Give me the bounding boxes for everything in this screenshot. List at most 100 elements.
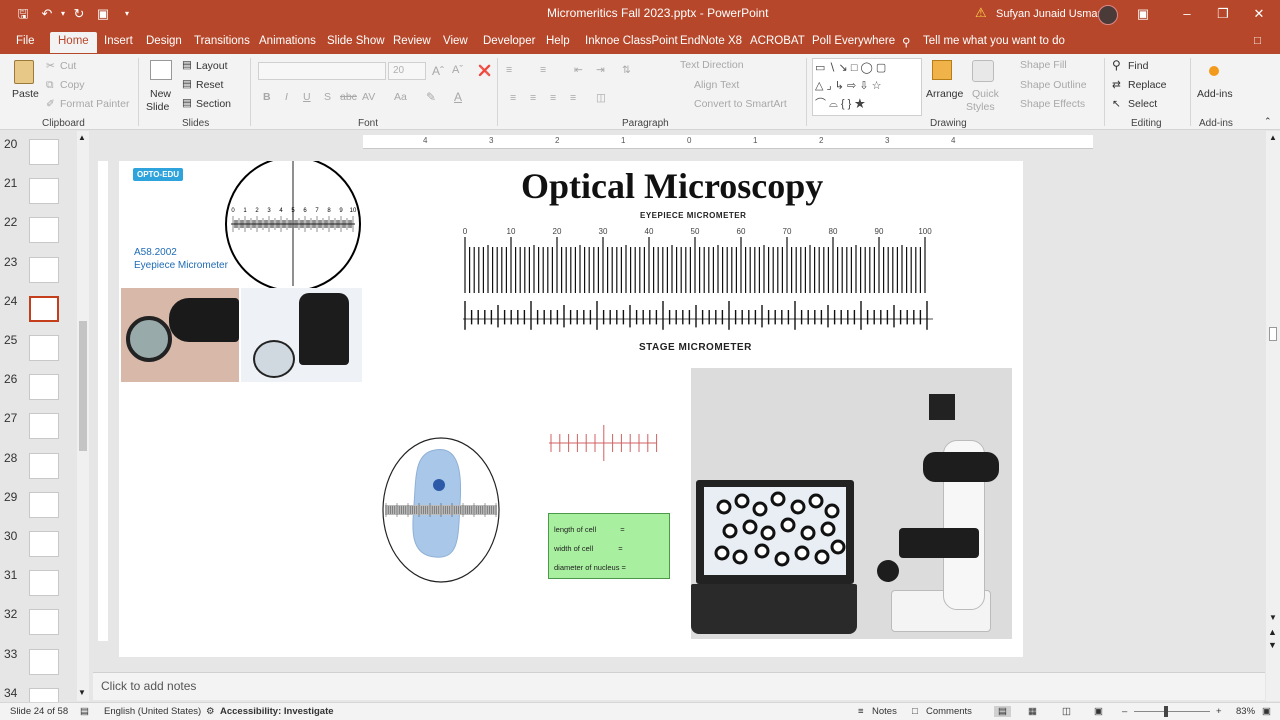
scroll-up-icon[interactable]: ▲ (78, 133, 86, 142)
slide-thumbnail[interactable] (29, 335, 59, 361)
clear-formatting-icon[interactable]: ❌ (478, 64, 491, 77)
brace-shape-icon[interactable]: { (841, 98, 845, 110)
avatar[interactable] (1098, 5, 1118, 25)
language-status[interactable]: English (United States) (104, 706, 201, 717)
change-case-button[interactable]: Aa (394, 91, 407, 103)
slide-thumbnail[interactable] (29, 531, 59, 557)
save-icon[interactable]: 🖫 (14, 5, 32, 23)
grow-font-icon[interactable]: Aˆ (432, 64, 444, 78)
oval-shape-icon[interactable]: ◯ (861, 62, 873, 74)
zoom-level[interactable]: 83% (1236, 706, 1255, 717)
curve-shape-icon[interactable]: ⌒ (815, 98, 826, 110)
present-icon[interactable]: ▣ (94, 5, 112, 23)
slideshow-view-icon[interactable]: ▣ (1094, 706, 1103, 717)
collapse-ribbon-icon[interactable]: ⌃ (1264, 116, 1272, 127)
format-painter-button[interactable]: Format Painter (60, 98, 129, 110)
new-slide-icon[interactable] (150, 60, 172, 80)
tell-me-search[interactable]: Tell me what you want to do (923, 35, 1065, 47)
reading-view-icon[interactable]: ◫ (1062, 706, 1071, 717)
comments-status-icon[interactable]: □ (912, 706, 918, 717)
accessibility-status[interactable]: Accessibility: Investigate (220, 706, 334, 717)
ribbon-display-icon[interactable]: ▣ (1134, 5, 1152, 23)
thumbnails-scrollbar[interactable]: ▲ ▼ (77, 131, 89, 701)
next-slide-icon[interactable]: ▼ (1268, 640, 1277, 650)
slide-thumbnail[interactable] (29, 609, 59, 636)
tab-home[interactable]: Home (50, 32, 97, 53)
slide-thumbnail[interactable] (29, 648, 59, 675)
convert-smartart-button[interactable]: Convert to SmartArt (694, 98, 787, 110)
spellcheck-icon[interactable]: ▤ (80, 706, 89, 717)
connector-shape-icon[interactable]: ↳ (835, 80, 844, 92)
font-size-combo[interactable]: 20 (388, 62, 426, 80)
notes-button[interactable]: Notes (872, 706, 897, 717)
increase-indent-icon[interactable]: ⇥ (596, 64, 605, 76)
zoom-out-icon[interactable]: – (1122, 706, 1127, 717)
line-shape-icon[interactable]: ∖ (828, 62, 835, 74)
numbering-icon[interactable]: ≡ (540, 64, 546, 76)
shape-effects-button[interactable]: Shape Effects (1020, 98, 1085, 110)
replace-button[interactable]: Replace (1128, 79, 1167, 91)
tab-view[interactable]: View (443, 35, 468, 47)
quick-styles-label-2[interactable]: Styles (966, 101, 995, 113)
justify-icon[interactable]: ≡ (570, 92, 576, 104)
layout-button[interactable]: Layout (196, 60, 228, 72)
minimize-icon[interactable]: – (1178, 5, 1196, 23)
scroll-down-icon[interactable]: ▼ (78, 688, 86, 697)
slide-thumbnail[interactable] (29, 139, 59, 165)
tab-help[interactable]: Help (546, 35, 570, 47)
tab-endnote[interactable]: EndNote X8 (680, 35, 742, 47)
columns-icon[interactable]: ◫ (596, 92, 606, 104)
scroll-down-icon[interactable]: ▼ (1269, 613, 1277, 622)
connector-shape-icon[interactable]: ⌟ (827, 80, 832, 92)
char-spacing-button[interactable]: AV (362, 91, 375, 103)
section-button[interactable]: Section (196, 98, 231, 110)
shape-fill-button[interactable]: Shape Fill (1020, 59, 1067, 71)
notes-icon[interactable]: ≡ (858, 706, 864, 717)
slide-thumbnail[interactable] (29, 295, 59, 322)
fit-slide-icon[interactable]: ▣ (1262, 706, 1271, 717)
tab-poll-everywhere[interactable]: Poll Everywhere (812, 35, 895, 47)
copy-button[interactable]: Copy (60, 79, 85, 91)
line-spacing-icon[interactable]: ⇅ (622, 64, 631, 76)
slide-thumbnail[interactable] (29, 413, 59, 440)
tab-design[interactable]: Design (146, 35, 182, 47)
notes-pane[interactable]: Click to add notes (93, 672, 1265, 700)
tab-animations[interactable]: Animations (259, 35, 316, 47)
shape-outline-button[interactable]: Shape Outline (1020, 79, 1087, 91)
rectangle-shape-icon[interactable]: □ (851, 62, 858, 74)
shapes-gallery[interactable]: ▭ ∖ ↘ □ ◯ ▢ △ ⌟ ↳ ⇨ ⇩ ☆ ⌒ ⌓ { } ★ (812, 58, 922, 116)
tab-file[interactable]: File (16, 35, 35, 47)
slide-thumbnail[interactable] (29, 491, 59, 518)
accessibility-icon[interactable]: ⚙ (206, 706, 215, 717)
comments-button[interactable]: Comments (926, 706, 972, 717)
slide-thumbnail[interactable] (29, 374, 59, 401)
new-slide-label-1[interactable]: New (150, 88, 171, 100)
paste-button[interactable]: Paste (12, 88, 39, 100)
highlight-icon[interactable]: ✎ (426, 90, 436, 104)
tab-developer[interactable]: Developer (483, 35, 535, 47)
decrease-indent-icon[interactable]: ⇤ (574, 64, 583, 76)
normal-view-icon[interactable]: ▤ (994, 706, 1011, 717)
scroll-up-icon[interactable]: ▲ (1269, 133, 1277, 142)
tab-transitions[interactable]: Transitions (194, 35, 250, 47)
align-right-icon[interactable]: ≡ (550, 92, 556, 104)
shrink-font-icon[interactable]: Aˇ (452, 64, 463, 76)
arrow-right-shape-icon[interactable]: ⇨ (847, 80, 856, 92)
quick-styles-label-1[interactable]: Quick (972, 88, 999, 100)
select-button[interactable]: Select (1128, 98, 1157, 110)
arrange-icon[interactable] (932, 60, 952, 80)
paste-icon[interactable] (14, 60, 34, 84)
brace-shape-icon[interactable]: } (848, 98, 852, 110)
scroll-thumb[interactable] (79, 321, 87, 451)
tab-review[interactable]: Review (393, 35, 431, 47)
slide-sorter-icon[interactable]: ▦ (1028, 706, 1037, 717)
new-slide-label-2[interactable]: Slide (146, 101, 169, 113)
quick-styles-icon[interactable] (972, 60, 994, 82)
align-text-button[interactable]: Align Text (694, 79, 739, 91)
rectangle-shape-icon[interactable]: ▭ (815, 62, 825, 74)
comments-icon[interactable]: □ (1254, 35, 1261, 47)
find-button[interactable]: Find (1128, 60, 1148, 72)
font-color-icon[interactable]: A (454, 90, 462, 104)
arrow-shape-icon[interactable]: ↘ (839, 62, 848, 74)
slide-thumbnail[interactable] (29, 570, 59, 597)
